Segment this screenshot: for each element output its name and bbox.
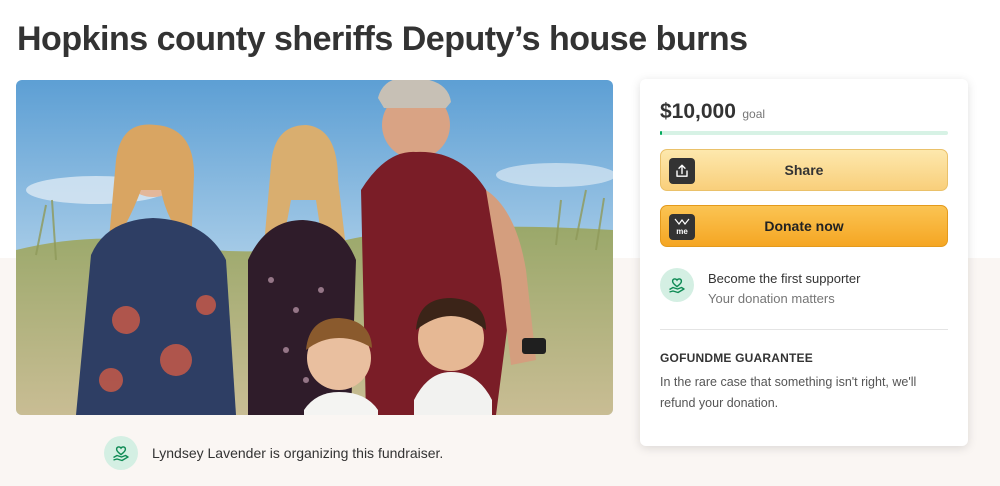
- goal-row: $10,000 goal: [660, 100, 765, 124]
- goal-label: goal: [742, 107, 766, 121]
- gofundme-me-icon: me: [669, 214, 695, 240]
- guarantee-title: GOFUNDME GUARANTEE: [660, 351, 813, 365]
- donate-now-button[interactable]: me Donate now: [660, 205, 948, 247]
- donation-card: $10,000 goal Share me Donate now Become …: [640, 79, 968, 446]
- hero-image[interactable]: [16, 80, 613, 415]
- goal-amount: $10,000: [660, 100, 736, 123]
- page-title: Hopkins county sheriffs Deputy’s house b…: [17, 20, 748, 58]
- hero-photo: [16, 80, 613, 415]
- share-button[interactable]: Share: [660, 149, 948, 191]
- organizer-text: Lyndsey Lavender is organizing this fund…: [152, 445, 444, 461]
- organizer-row: Lyndsey Lavender is organizing this fund…: [104, 436, 443, 470]
- supporter-title: Become the first supporter: [708, 271, 861, 286]
- divider: [660, 329, 948, 330]
- guarantee-text: In the rare case that something isn't ri…: [660, 375, 917, 410]
- share-label: Share: [784, 162, 824, 178]
- progress-bar: [660, 131, 948, 135]
- progress-fill: [660, 131, 663, 135]
- heart-hand-icon: [104, 436, 138, 470]
- donate-label: Donate now: [764, 218, 844, 234]
- upload-share-icon: [669, 158, 695, 184]
- heart-hand-icon: [660, 268, 694, 302]
- supporter-subtitle: Your donation matters: [708, 291, 835, 306]
- supporter-row: Become the first supporter Your donation…: [660, 268, 860, 309]
